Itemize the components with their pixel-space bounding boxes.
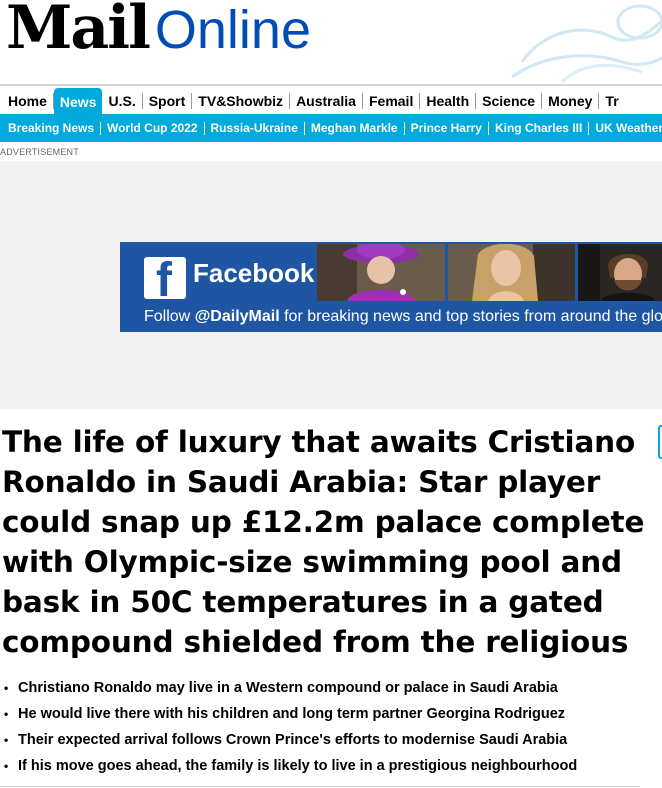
ad-area: f Facebook Follow @DailyMail for breakin…: [0, 161, 662, 409]
subnav-item-breaking-news[interactable]: Breaking News: [2, 121, 102, 135]
facebook-brand-text: Facebook: [193, 258, 315, 288]
celebrity-photo: [448, 244, 575, 301]
nav-item-news[interactable]: News: [53, 88, 103, 116]
nav-item-sport[interactable]: Sport: [143, 93, 193, 109]
nav-item-travel[interactable]: Tr: [599, 93, 624, 109]
article-headline[interactable]: The life of luxury that awaits Cristiano…: [2, 422, 652, 662]
summary-bullet: He would live there with his children an…: [0, 701, 662, 727]
logo-online-text: Online: [154, 0, 311, 60]
summary-bullet: Christiano Ronaldo may live in a Western…: [0, 675, 662, 701]
secondary-nav: Breaking News World Cup 2022 Russia-Ukra…: [0, 114, 662, 142]
footballer-photo: [578, 244, 662, 301]
nav-item-australia[interactable]: Australia: [290, 93, 363, 109]
nav-item-femail[interactable]: Femail: [363, 93, 421, 109]
nav-item-us[interactable]: U.S.: [102, 93, 143, 109]
nav-item-tvshowbiz[interactable]: TV&Showbiz: [192, 93, 291, 109]
subnav-item-world-cup[interactable]: World Cup 2022: [101, 121, 205, 135]
masthead: Mail Online: [0, 0, 662, 82]
subnav-item-meghan-markle[interactable]: Meghan Markle: [305, 121, 405, 135]
decorative-graphic: [511, 4, 662, 82]
nav-item-science[interactable]: Science: [476, 93, 543, 109]
share-button[interactable]: [658, 425, 662, 459]
primary-nav: Home News U.S. Sport TV&Showbiz Australi…: [0, 84, 662, 116]
nav-item-health[interactable]: Health: [420, 93, 477, 109]
subnav-item-uk-weather[interactable]: UK Weather: [589, 121, 662, 135]
subnav-item-prince-harry[interactable]: Prince Harry: [405, 121, 489, 135]
advertisement-label: ADVERTISEMENT: [0, 147, 79, 157]
logo-mail-text: Mail: [6, 0, 151, 63]
subnav-item-king-charles[interactable]: King Charles III: [489, 121, 590, 135]
facebook-follow-text: Follow @DailyMail for breaking news and …: [144, 308, 662, 325]
site-logo[interactable]: Mail Online: [6, 0, 311, 60]
facebook-icon: f: [144, 254, 186, 307]
nav-item-home[interactable]: Home: [2, 93, 54, 109]
queen-photo: [317, 244, 445, 301]
article-summary-list: Christiano Ronaldo may live in a Western…: [0, 675, 662, 779]
facebook-follow-banner[interactable]: f Facebook Follow @DailyMail for breakin…: [120, 242, 662, 332]
nav-item-money[interactable]: Money: [542, 93, 600, 109]
summary-bullet: Their expected arrival follows Crown Pri…: [0, 727, 662, 753]
subnav-item-russia-ukraine[interactable]: Russia-Ukraine: [205, 121, 305, 135]
divider: [0, 786, 640, 787]
summary-bullet: If his move goes ahead, the family is li…: [0, 753, 662, 779]
